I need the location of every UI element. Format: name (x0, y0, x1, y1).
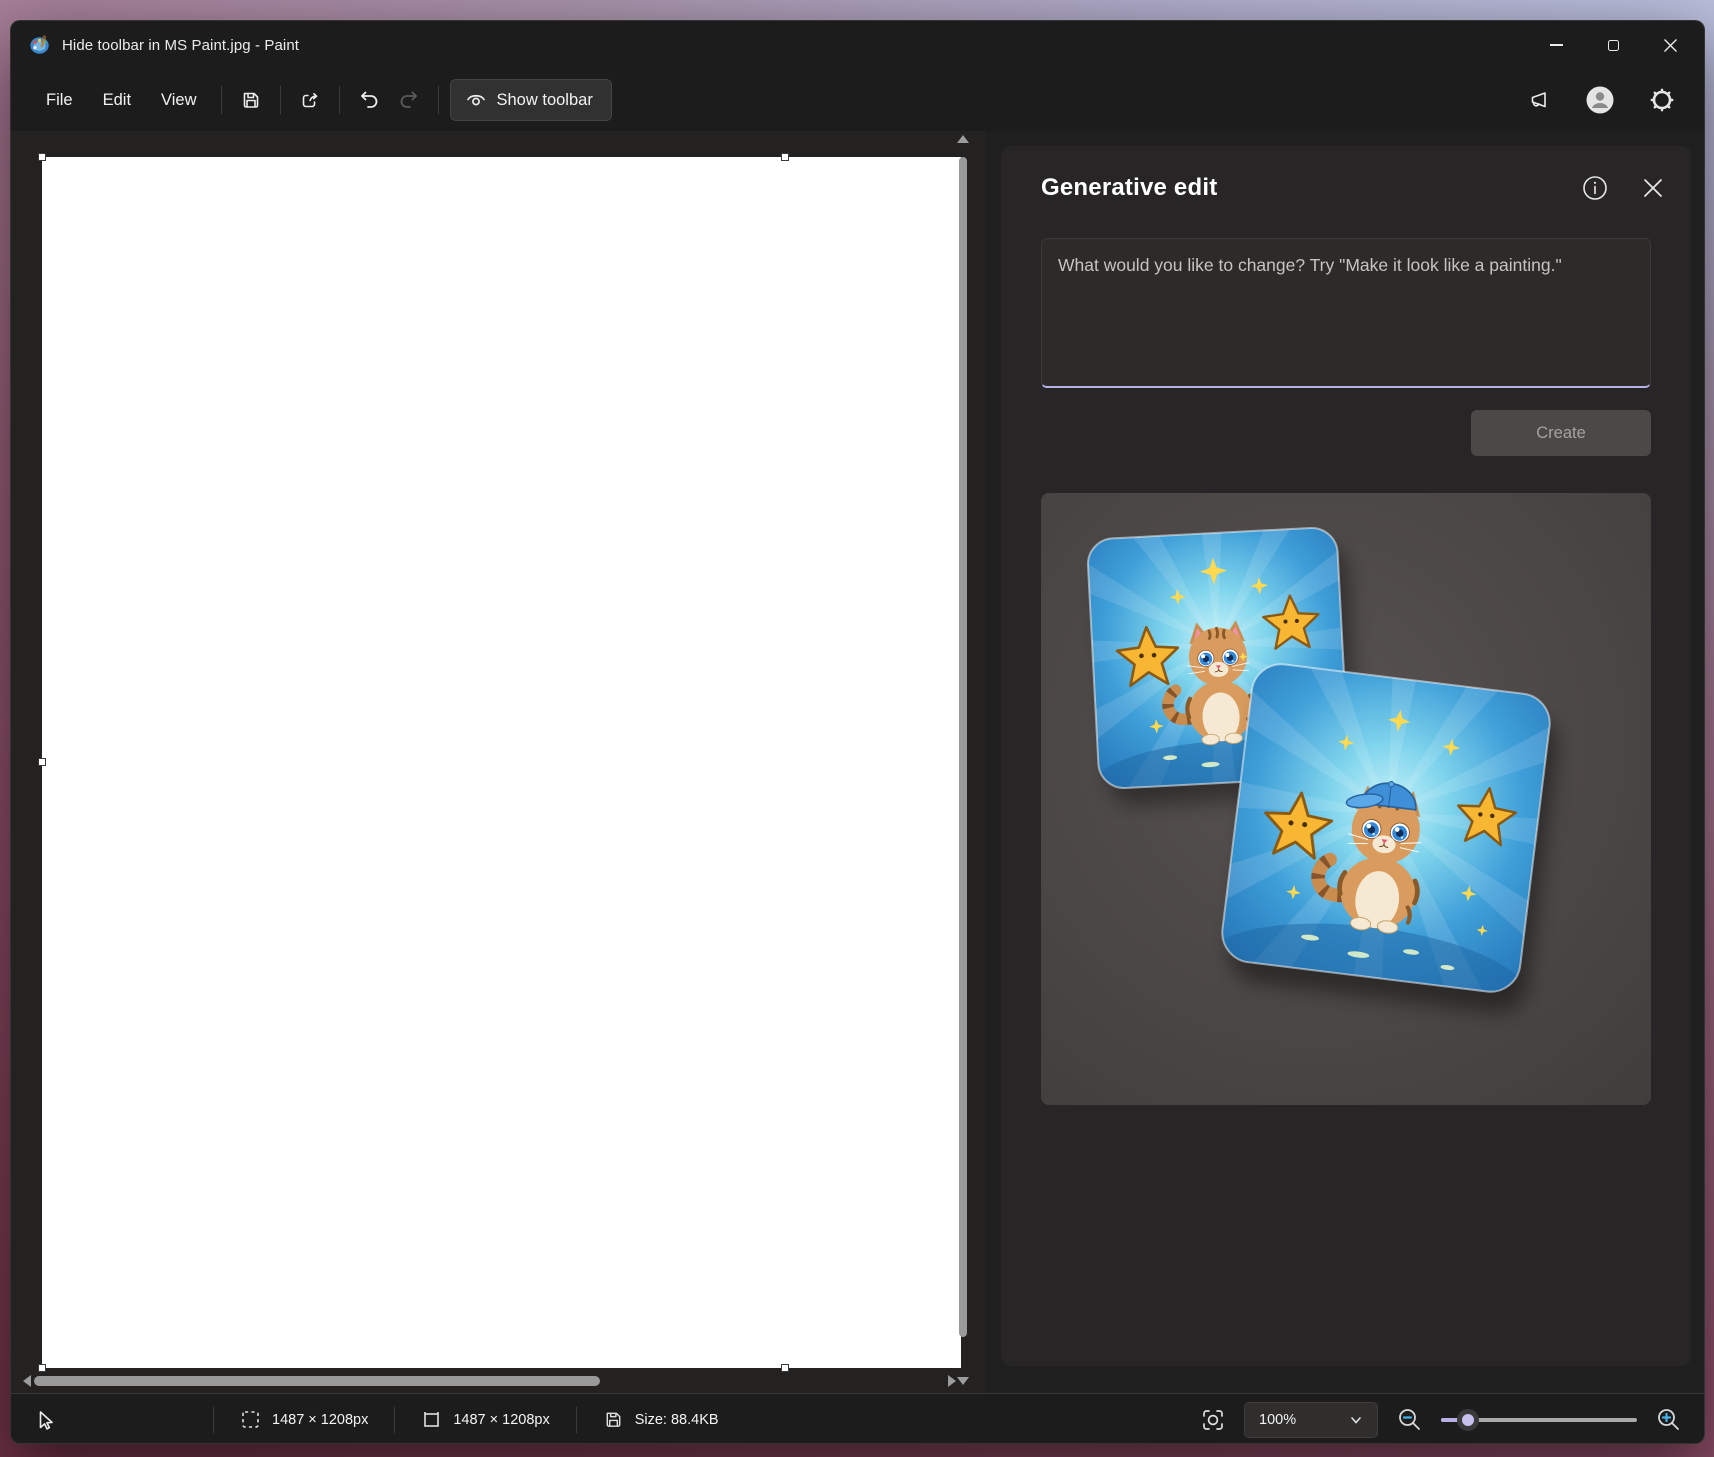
zoom-level-dropdown[interactable]: 100% (1244, 1402, 1378, 1438)
fit-to-screen-icon[interactable] (1200, 1407, 1226, 1433)
minimize-button[interactable] (1528, 21, 1585, 69)
redo-button[interactable] (389, 80, 429, 120)
share-icon (299, 89, 321, 111)
eye-icon (465, 89, 487, 111)
file-size-icon (603, 1409, 624, 1430)
zoom-slider-thumb[interactable] (1457, 1409, 1479, 1431)
file-size-value: Size: 88.4KB (635, 1412, 719, 1428)
scroll-right-icon[interactable] (948, 1375, 956, 1387)
canvas-size-group: 1487 × 1208px (395, 1409, 575, 1430)
horizontal-scrollbar-thumb[interactable] (34, 1376, 600, 1386)
show-toolbar-button[interactable]: Show toolbar (450, 79, 612, 121)
redo-icon (397, 88, 421, 112)
create-row: Create (1041, 410, 1651, 456)
zoom-slider-thumb-dot (1462, 1414, 1474, 1426)
menubar-separator (221, 86, 222, 114)
vertical-scrollbar-thumb[interactable] (959, 157, 967, 1337)
menu-edit[interactable]: Edit (88, 82, 146, 119)
prompt-input[interactable] (1041, 238, 1651, 388)
close-button[interactable] (1642, 21, 1699, 69)
paint-window: Hide toolbar in MS Paint.jpg - Paint Fil… (10, 20, 1705, 1444)
menu-view[interactable]: View (146, 82, 211, 119)
scroll-down-icon[interactable] (957, 1377, 969, 1385)
horizontal-scrollbar[interactable] (23, 1373, 956, 1389)
menubar-separator (438, 86, 439, 114)
statusbar: 1487 × 1208px 1487 × 1208px Size: 88.4KB (11, 1393, 1704, 1444)
create-button[interactable]: Create (1471, 410, 1651, 456)
selection-size-icon (240, 1409, 261, 1430)
canvas-size-icon (421, 1409, 442, 1430)
account-button[interactable] (1580, 80, 1620, 120)
vertical-scrollbar[interactable] (955, 135, 971, 1385)
selection-size-value: 1487 × 1208px (272, 1412, 368, 1428)
settings-button[interactable] (1642, 80, 1682, 120)
zoom-controls: 100% (1200, 1402, 1682, 1438)
chevron-down-icon (1349, 1413, 1363, 1427)
generated-preview-image[interactable] (1041, 493, 1651, 1105)
panel-title: Generative edit (1041, 174, 1579, 202)
show-toolbar-label: Show toolbar (497, 91, 593, 110)
account-icon (1585, 85, 1615, 115)
titlebar: Hide toolbar in MS Paint.jpg - Paint (11, 21, 1704, 69)
close-icon (1642, 177, 1664, 199)
zoom-out-button[interactable] (1396, 1406, 1423, 1433)
info-button[interactable] (1579, 172, 1611, 204)
maximize-icon (1608, 40, 1619, 51)
menubar-separator (280, 86, 281, 114)
panel-close-button[interactable] (1637, 172, 1669, 204)
cat-stickers-artwork (1041, 493, 1651, 1105)
zoom-in-button[interactable] (1655, 1406, 1682, 1433)
selection-handle-top-left[interactable] (38, 153, 46, 161)
selection-handle-top-middle[interactable] (781, 153, 789, 161)
cursor-icon (33, 1409, 55, 1431)
selection-handle-bottom-middle[interactable] (781, 1364, 789, 1372)
share-button[interactable] (290, 80, 330, 120)
generative-edit-panel: Generative edit Create (1001, 146, 1691, 1366)
megaphone-icon (1526, 88, 1550, 112)
selection-handle-middle-left[interactable] (38, 758, 46, 766)
canvas-size-value: 1487 × 1208px (453, 1412, 549, 1428)
save-button[interactable] (231, 80, 271, 120)
save-icon (240, 89, 262, 111)
scroll-left-icon[interactable] (23, 1375, 31, 1387)
file-size-group: Size: 88.4KB (577, 1409, 745, 1430)
menu-file[interactable]: File (31, 82, 88, 119)
window-title: Hide toolbar in MS Paint.jpg - Paint (62, 37, 299, 54)
menubar-separator (339, 86, 340, 114)
drawing-canvas[interactable] (42, 157, 961, 1368)
undo-button[interactable] (349, 80, 389, 120)
canvas-region (11, 131, 986, 1393)
side-panel-region: Generative edit Create (986, 131, 1704, 1393)
menubar: File Edit View (11, 69, 1704, 131)
undo-icon (357, 88, 381, 112)
menubar-right-icons (1518, 80, 1704, 120)
minimize-icon (1550, 44, 1563, 46)
selection-size-group: 1487 × 1208px (214, 1409, 394, 1430)
panel-header: Generative edit (1001, 146, 1691, 204)
selection-handle-bottom-left[interactable] (38, 1364, 46, 1372)
window-controls (1528, 21, 1699, 69)
gear-icon (1649, 87, 1675, 113)
paint-app-icon (29, 34, 51, 56)
zoom-slider[interactable] (1441, 1402, 1637, 1438)
maximize-button[interactable] (1585, 21, 1642, 69)
scroll-up-icon[interactable] (957, 135, 969, 143)
info-icon (1581, 174, 1609, 202)
close-icon (1663, 38, 1678, 53)
zoom-level-value: 100% (1259, 1412, 1349, 1428)
feedback-button[interactable] (1518, 80, 1558, 120)
